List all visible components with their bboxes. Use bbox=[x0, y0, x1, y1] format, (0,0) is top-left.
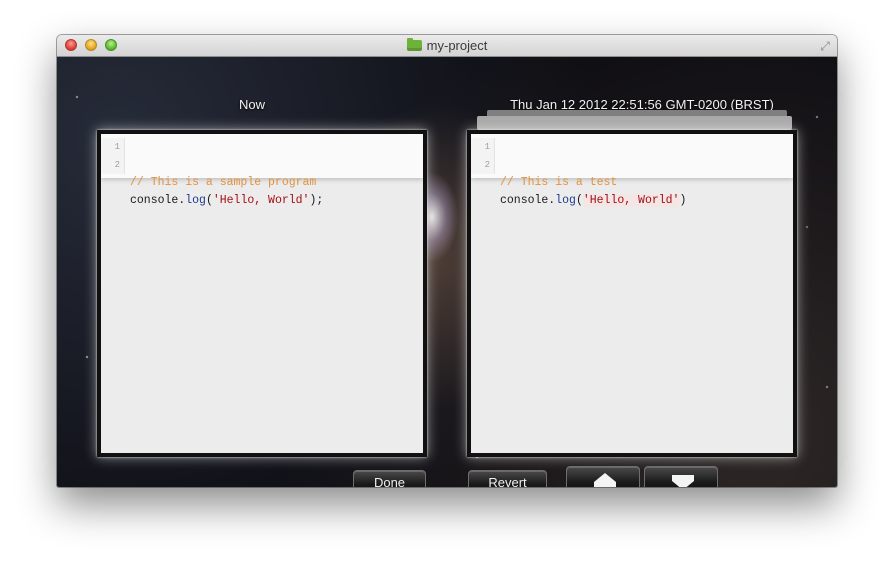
code-line: 1 // This is a test bbox=[471, 138, 793, 189]
code-content[interactable]: 1 // This is a sample program 2 console.… bbox=[101, 134, 423, 207]
code-content[interactable]: 1 // This is a test 2 console.log('Hello… bbox=[471, 134, 793, 207]
code-line: 2 console.log('Hello, World'); bbox=[101, 156, 423, 207]
app-window: my-project ⤢ Now Thu Jan 12 2012 22:51:5… bbox=[57, 35, 837, 487]
code-paren: ) bbox=[679, 194, 687, 207]
current-version-label: Now bbox=[238, 97, 265, 112]
code-paren: ); bbox=[309, 194, 324, 207]
code-paren: ( bbox=[205, 194, 213, 207]
code-string: 'Hello, World' bbox=[212, 194, 310, 207]
fullscreen-icon[interactable]: ⤢ bbox=[818, 39, 832, 53]
previous-snapshot-button[interactable] bbox=[566, 466, 640, 487]
arrow-up-icon bbox=[594, 473, 616, 487]
code-object: console. bbox=[500, 194, 556, 207]
done-button[interactable]: Done bbox=[353, 470, 426, 487]
next-snapshot-button[interactable] bbox=[644, 466, 718, 487]
snapshot-code-editor[interactable]: 1 // This is a test 2 console.log('Hello… bbox=[467, 130, 797, 457]
folder-icon bbox=[406, 38, 422, 51]
line-number: 2 bbox=[471, 156, 495, 174]
line-number: 1 bbox=[471, 138, 495, 156]
code-function: log bbox=[555, 194, 576, 207]
revert-button[interactable]: Revert bbox=[468, 470, 547, 487]
older-snapshot-card[interactable] bbox=[477, 116, 792, 130]
time-machine-background: Now Thu Jan 12 2012 22:51:56 GMT-0200 (B… bbox=[57, 57, 837, 487]
title-bar[interactable]: my-project ⤢ bbox=[57, 35, 837, 57]
code-line: 2 console.log('Hello, World') bbox=[471, 156, 793, 207]
line-number: 2 bbox=[101, 156, 125, 174]
code-function: log bbox=[185, 194, 206, 207]
code-paren: ( bbox=[575, 194, 583, 207]
line-number: 1 bbox=[101, 138, 125, 156]
window-title: my-project bbox=[57, 38, 837, 53]
window-title-text: my-project bbox=[426, 38, 488, 53]
code-object: console. bbox=[130, 194, 186, 207]
current-code-editor[interactable]: 1 // This is a sample program 2 console.… bbox=[97, 130, 427, 457]
code-string: 'Hello, World' bbox=[582, 194, 680, 207]
code-line: 1 // This is a sample program bbox=[101, 138, 423, 189]
